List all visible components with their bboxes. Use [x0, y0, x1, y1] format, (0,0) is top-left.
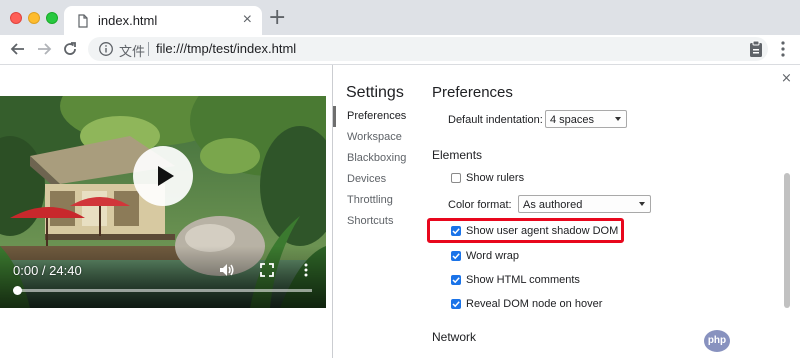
close-settings-button[interactable]: × — [781, 71, 792, 86]
maximize-window-button[interactable] — [46, 12, 58, 24]
more-menu-icon[interactable] — [775, 39, 791, 59]
address-bar[interactable]: 文件 file:///tmp/test/index.html — [88, 37, 768, 61]
checkmark-icon — [452, 253, 460, 260]
php-logo: php — [704, 330, 730, 352]
chevron-down-icon — [639, 202, 645, 206]
default-indentation-select[interactable]: 4 spaces — [545, 110, 627, 128]
watermark-text: 中文网 — [732, 333, 778, 350]
settings-title: Settings — [346, 84, 404, 101]
word-wrap-label: Word wrap — [466, 250, 519, 262]
settings-nav-shortcuts[interactable]: Shortcuts — [333, 211, 425, 232]
reveal-dom-node-on-hover-label: Reveal DOM node on hover — [466, 298, 603, 310]
pane-title: Preferences — [432, 84, 513, 101]
checkmark-icon — [452, 277, 460, 284]
url-text[interactable]: file:///tmp/test/index.html — [156, 41, 296, 56]
video-seek-bar[interactable] — [16, 289, 312, 292]
settings-scrollbar[interactable] — [784, 173, 790, 308]
show-user-agent-shadow-dom-label: Show user agent shadow DOM — [466, 225, 619, 237]
settings-nav-throttling[interactable]: Throttling — [333, 190, 425, 211]
play-button[interactable] — [133, 146, 193, 206]
minimize-window-button[interactable] — [28, 12, 40, 24]
video-more-options-icon[interactable] — [298, 262, 314, 278]
word-wrap-checkbox[interactable] — [451, 251, 461, 261]
checkmark-icon — [452, 228, 460, 235]
tab-title: index.html — [98, 13, 158, 28]
show-rulers-checkbox[interactable] — [451, 173, 461, 183]
settings-nav-devices[interactable]: Devices — [333, 169, 425, 190]
forward-arrow-icon[interactable] — [35, 40, 53, 58]
color-format-select[interactable]: As authored — [518, 195, 651, 213]
checkmark-icon — [452, 301, 460, 308]
show-html-comments-checkbox[interactable] — [451, 275, 461, 285]
color-format-label: Color format: — [448, 199, 512, 211]
chevron-down-icon — [615, 117, 621, 121]
reveal-dom-node-on-hover-checkbox[interactable] — [451, 299, 461, 309]
settings-nav-workspace[interactable]: Workspace — [333, 127, 425, 148]
origin-label: 文件 — [119, 44, 146, 59]
settings-nav-preferences[interactable]: Preferences — [333, 106, 425, 127]
default-indentation-label: Default indentation: — [448, 114, 543, 126]
address-separator — [148, 42, 149, 56]
network-section-heading: Network — [432, 330, 477, 344]
default-indentation-value: 4 spaces — [550, 114, 595, 126]
video-seek-thumb[interactable] — [13, 286, 22, 295]
back-arrow-icon[interactable] — [9, 40, 27, 58]
devtools-settings-panel: × Settings Preferences Workspace Blackbo… — [332, 65, 800, 358]
settings-nav-blackboxing[interactable]: Blackboxing — [333, 148, 425, 169]
elements-section-heading: Elements — [432, 148, 483, 162]
color-format-value: As authored — [523, 199, 583, 211]
close-window-button[interactable] — [10, 12, 22, 24]
reload-icon[interactable] — [61, 40, 79, 58]
browser-tab[interactable]: index.html × — [64, 6, 262, 35]
info-icon[interactable] — [98, 41, 114, 57]
show-user-agent-shadow-dom-checkbox[interactable] — [451, 226, 461, 236]
fullscreen-icon[interactable] — [259, 262, 275, 278]
new-tab-button[interactable]: + — [268, 7, 286, 29]
document-icon — [78, 14, 88, 28]
show-rulers-label: Show rulers — [466, 172, 525, 184]
tab-strip: index.html × + — [0, 0, 800, 35]
show-html-comments-label: Show HTML comments — [466, 274, 580, 286]
video-time-display: 0:00 / 24:40 — [13, 263, 82, 278]
browser-toolbar: 文件 file:///tmp/test/index.html — [0, 35, 800, 65]
tab-close-button[interactable]: × — [243, 10, 252, 30]
settings-nav: Preferences Workspace Blackboxing Device… — [333, 106, 425, 232]
volume-icon[interactable] — [219, 262, 235, 278]
extension-clipboard-icon[interactable] — [748, 40, 764, 58]
play-icon — [158, 166, 174, 186]
